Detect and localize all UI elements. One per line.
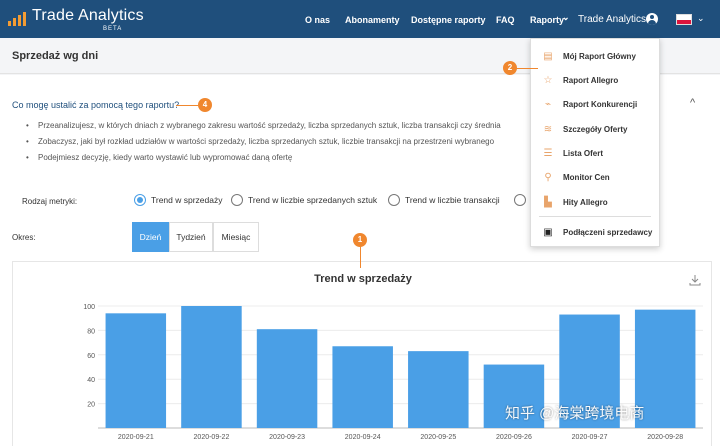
brand-title: Trade Analytics <box>32 7 144 24</box>
menu-item-label: Mój Raport Główny <box>563 52 636 61</box>
price-search-icon: ⚲ <box>544 172 552 183</box>
menu-item-label: Lista Ofert <box>563 149 604 158</box>
x-tick-label: 2020-09-22 <box>194 434 230 441</box>
nav-account-name[interactable]: Trade Analytics <box>578 14 646 26</box>
x-tick-label: 2020-09-21 <box>118 434 154 441</box>
menu-divider <box>539 216 651 217</box>
radio-trend-sztuk[interactable]: Trend w liczbie sprzedanych sztuk <box>231 194 377 206</box>
radio-dot-icon[interactable] <box>134 194 146 206</box>
menu-item-moj-raport[interactable]: ▤ Mój Raport Główny <box>531 46 659 68</box>
marker-1-line <box>360 246 361 268</box>
y-tick-label: 100 <box>83 304 95 311</box>
menu-item-szczegoly-oferty[interactable]: ≋ Szczegóły Oferty <box>531 119 659 141</box>
marker-4: 4 <box>198 98 212 112</box>
radio-label: Trend w sprzedaży <box>151 195 223 205</box>
faq-answer-item: Podejmiesz decyzję, kiedy warto wystawić… <box>26 152 536 168</box>
marker-1: 1 <box>353 233 367 247</box>
menu-item-monitor-cen[interactable]: ⚲ Monitor Cen <box>531 167 659 189</box>
brand-logo[interactable]: Trade Analytics BETA <box>8 6 144 32</box>
period-day-button[interactable]: Dzień <box>132 222 169 252</box>
hits-chart-icon: ▙ <box>544 197 552 208</box>
offer-list-icon: ☰ <box>543 148 553 159</box>
marker-2-line <box>516 68 538 69</box>
y-tick-label: 40 <box>87 377 95 384</box>
menu-item-lista-ofert[interactable]: ☰ Lista Ofert <box>531 143 659 165</box>
nav-o-nas[interactable]: O nas <box>305 14 330 26</box>
radio-trend-transakcji[interactable]: Trend w liczbie transakcji <box>388 194 500 206</box>
menu-item-hity-allegro[interactable]: ▙ Hity Allegro <box>531 192 659 214</box>
faq-collapse-chevron-icon[interactable]: ^ <box>690 97 695 109</box>
raporty-chevron-down-icon[interactable]: ⌄ <box>562 11 570 23</box>
faq-answer-list: Przeanalizujesz, w których dniach z wybr… <box>26 120 536 168</box>
marker-4-line <box>176 105 198 106</box>
x-tick-label: 2020-09-28 <box>647 434 683 441</box>
radio-dot-icon[interactable] <box>388 194 400 206</box>
reports-dropdown-menu: ▤ Mój Raport Główny ☆ Raport Allegro ⌁ R… <box>530 38 660 247</box>
x-tick-label: 2020-09-24 <box>345 434 381 441</box>
language-chevron-down-icon[interactable]: ⌄ <box>697 13 705 24</box>
star-icon: ☆ <box>543 75 553 86</box>
faq-question-link[interactable]: Co mogę ustalić za pomocą tego raportu? <box>12 100 179 110</box>
faq-answer-item: Zobaczysz, jaki był rozkład udziałów w w… <box>26 136 536 152</box>
report-main-icon: ▤ <box>543 51 553 62</box>
menu-item-raport-konkurencji[interactable]: ⌁ Raport Konkurencji <box>531 94 659 116</box>
menu-item-podlaczeni-sprzedawcy[interactable]: ▣ Podłączeni sprzedawcy <box>531 222 659 244</box>
brand-bars-icon <box>8 10 26 26</box>
nav-faq[interactable]: FAQ <box>496 14 515 26</box>
period-week-button[interactable]: Tydzień <box>169 222 213 252</box>
menu-item-label: Podłączeni sprzedawcy <box>563 228 653 237</box>
user-avatar-icon[interactable] <box>646 13 658 25</box>
radio-trend-sprzedazy[interactable]: Trend w sprzedaży <box>134 194 223 206</box>
x-tick-label: 2020-09-23 <box>269 434 305 441</box>
radio-dot-icon[interactable] <box>514 194 526 206</box>
radio-dot-icon[interactable] <box>231 194 243 206</box>
metric-type-label: Rodzaj metryki: <box>22 197 78 206</box>
chart-bar[interactable] <box>256 329 318 428</box>
faq-answer-item: Przeanalizujesz, w których dniach z wybr… <box>26 120 536 136</box>
menu-item-label: Hity Allegro <box>563 198 608 207</box>
competition-chart-icon: ⌁ <box>544 99 552 110</box>
x-tick-label: 2020-09-25 <box>420 434 456 441</box>
y-tick-label: 60 <box>87 353 95 360</box>
menu-item-raport-allegro[interactable]: ☆ Raport Allegro <box>531 70 659 92</box>
y-tick-label: 20 <box>87 402 95 409</box>
poland-flag-icon[interactable] <box>676 14 692 25</box>
chart-bar[interactable] <box>408 351 469 428</box>
connected-sellers-icon: ▣ <box>543 227 553 238</box>
period-month-button[interactable]: Miesiąc <box>213 222 259 252</box>
y-tick-label: 80 <box>87 328 95 335</box>
menu-item-label: Raport Allegro <box>563 76 619 85</box>
radio-label: Trend w liczbie sprzedanych sztuk <box>248 195 378 205</box>
menu-item-label: Monitor Cen <box>563 173 610 182</box>
brand-beta-label: BETA <box>103 26 123 32</box>
menu-item-label: Szczegóły Oferty <box>563 125 628 134</box>
page-title: Sprzedaż wg dni <box>12 50 99 62</box>
x-tick-label: 2020-09-27 <box>572 434 608 441</box>
nav-raporty[interactable]: Raporty <box>530 14 564 26</box>
watermark: 知乎 @海棠跨境电商 <box>505 405 645 422</box>
period-label: Okres: <box>12 233 36 242</box>
nav-dostepne-raporty[interactable]: Dostępne raporty <box>411 14 486 26</box>
menu-item-label: Raport Konkurencji <box>563 100 638 109</box>
x-tick-label: 2020-09-26 <box>496 434 532 441</box>
top-navbar: Trade Analytics BETA O nas Abonamenty Do… <box>0 0 720 38</box>
nav-abonamenty[interactable]: Abonamenty <box>345 14 400 26</box>
chart-bar[interactable] <box>332 346 393 428</box>
marker-2: 2 <box>503 61 517 75</box>
chart-bar[interactable] <box>105 313 167 428</box>
chart-bar[interactable] <box>181 306 242 428</box>
radio-label: Trend w liczbie transakcji <box>405 195 500 205</box>
offer-details-icon: ≋ <box>543 124 553 135</box>
